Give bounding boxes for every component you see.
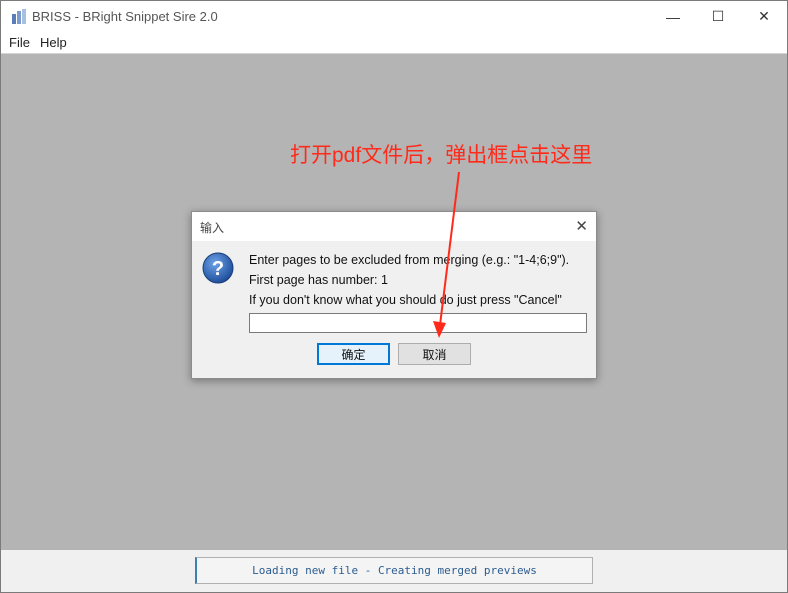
minimize-icon: — — [666, 8, 680, 25]
menu-file[interactable]: File — [9, 35, 30, 50]
maximize-icon: ☐ — [711, 8, 725, 24]
dialog-close-icon[interactable]: ✕ — [575, 217, 588, 235]
app-icon — [11, 9, 27, 25]
svg-text:?: ? — [212, 258, 224, 280]
maximize-button[interactable]: ☐ — [695, 1, 741, 32]
input-dialog: 输入 ✕ ? Enter pages to be excluded from m… — [191, 211, 597, 379]
pages-input[interactable] — [249, 313, 587, 333]
menu-help[interactable]: Help — [40, 35, 67, 50]
minimize-button[interactable]: — — [650, 1, 696, 32]
cancel-button[interactable]: 取消 — [398, 343, 471, 365]
question-icon: ? — [202, 252, 234, 284]
status-message: Loading new file - Creating merged previ… — [195, 557, 593, 584]
dialog-line-1: Enter pages to be excluded from merging … — [249, 253, 570, 267]
close-icon: ✕ — [758, 8, 770, 24]
dialog-title: 输入 — [200, 221, 225, 235]
status-bar: Loading new file - Creating merged previ… — [1, 550, 787, 592]
annotation-text: 打开pdf文件后，弹出框点击这里 — [290, 144, 593, 167]
dialog-line-3: If you don't know what you should do jus… — [249, 293, 562, 307]
title-bar: BRISS - BRight Snippet Sire 2.0 — ☐ ✕ — [1, 1, 787, 32]
ok-button[interactable]: 确定 — [317, 343, 390, 365]
dialog-title-bar: 输入 ✕ — [192, 212, 596, 241]
close-button[interactable]: ✕ — [741, 1, 787, 32]
menu-bar: File Help — [1, 32, 787, 54]
window-title: BRISS - BRight Snippet Sire 2.0 — [32, 9, 218, 24]
dialog-line-2: First page has number: 1 — [249, 273, 388, 287]
